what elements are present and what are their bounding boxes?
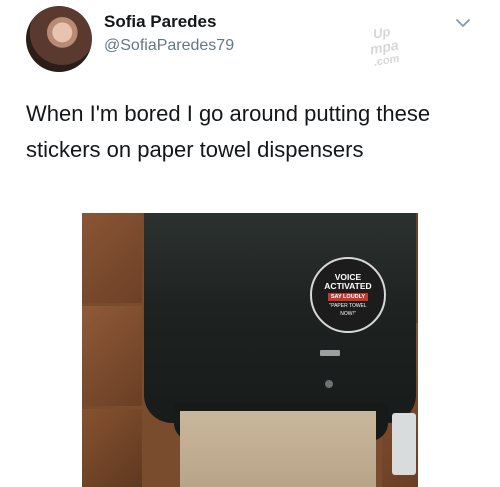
paper-towel-dispenser: VOICE ACTIVATED SAY LOUDLY "PAPER TOWEL … <box>144 213 416 423</box>
site-watermark: Up mpa .com <box>369 24 401 69</box>
wall-tile <box>82 213 142 303</box>
chevron-down-icon[interactable] <box>452 12 474 34</box>
brand-plate <box>320 350 340 356</box>
paper-towel <box>180 411 376 487</box>
wall-tile <box>82 409 142 487</box>
display-name[interactable]: Sofia Paredes <box>104 12 216 32</box>
voice-activated-sticker: VOICE ACTIVATED SAY LOUDLY "PAPER TOWEL … <box>310 257 386 333</box>
avatar[interactable] <box>26 6 92 72</box>
wall-fixture <box>392 413 416 475</box>
sticker-quote-2: NOW!" <box>340 311 356 317</box>
sticker-quote-1: "PAPER TOWEL <box>329 303 367 309</box>
tweet-text: When I'm bored I go around putting these… <box>26 101 431 162</box>
tweet-photo[interactable]: VOICE ACTIVATED SAY LOUDLY "PAPER TOWEL … <box>82 213 418 487</box>
user-handle[interactable]: @SofiaParedes79 <box>104 37 234 55</box>
wall-tile <box>82 306 142 406</box>
sticker-say-loudly: SAY LOUDLY <box>327 293 369 301</box>
sticker-line-2: ACTIVATED <box>324 281 372 291</box>
sensor-icon <box>325 380 333 388</box>
